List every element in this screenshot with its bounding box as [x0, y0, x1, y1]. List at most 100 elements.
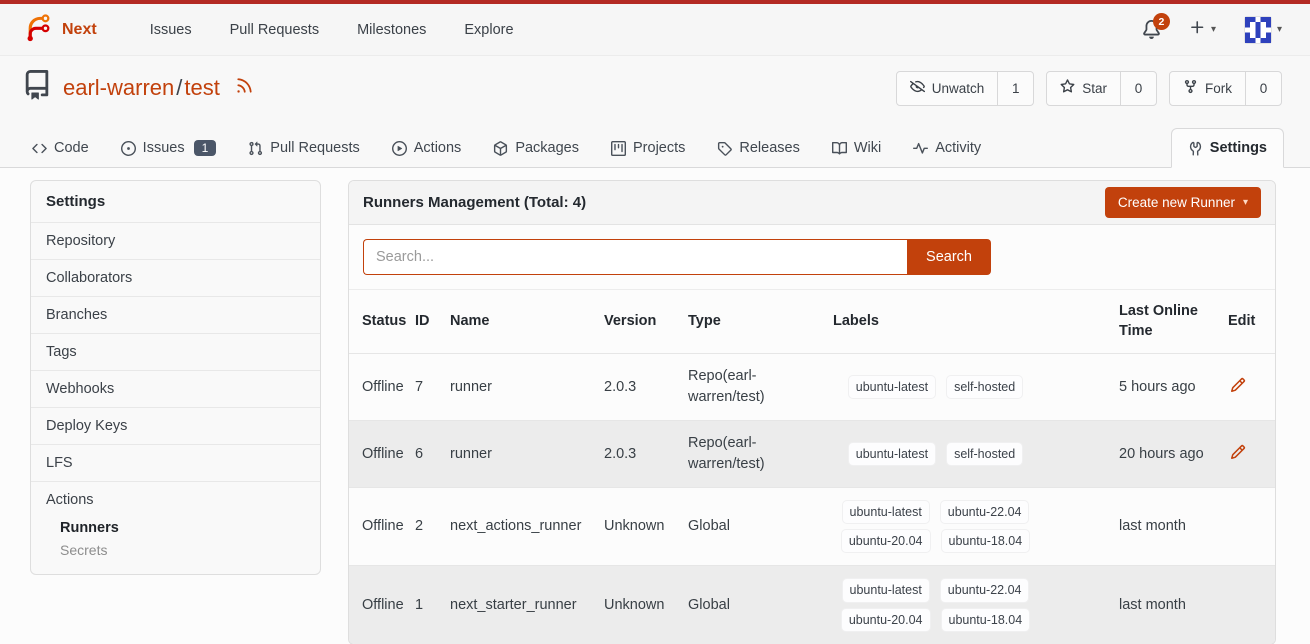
- sidebar-item-lfs[interactable]: LFS: [31, 444, 320, 481]
- runners-table: Status ID Name Version Type Labels Last …: [349, 290, 1276, 644]
- nav-item-pull-requests[interactable]: Pull Requests: [230, 12, 319, 48]
- runner-version: Unknown: [604, 488, 688, 566]
- runner-status: Offline: [349, 488, 415, 566]
- sidebar-item-collaborators[interactable]: Collaborators: [31, 259, 320, 296]
- navbar: Next Issues Pull Requests Milestones Exp…: [0, 4, 1310, 56]
- rss-icon[interactable]: [235, 75, 254, 101]
- label-pill: ubuntu-20.04: [841, 608, 931, 632]
- sidebar-item-repository[interactable]: Repository: [31, 222, 320, 259]
- edit-runner-button[interactable]: [1228, 442, 1248, 462]
- label-pill: ubuntu-20.04: [841, 529, 931, 553]
- runner-last-online: 20 hours ago: [1119, 421, 1228, 488]
- col-status: Status: [349, 290, 415, 354]
- issues-count-badge: 1: [194, 140, 217, 156]
- edit-cell-empty: [1228, 566, 1276, 644]
- tag-icon: [717, 141, 732, 156]
- nav-item-issues[interactable]: Issues: [150, 12, 192, 48]
- sidebar-item-actions[interactable]: Actions: [46, 492, 305, 508]
- repo-action-buttons: Unwatch 1 Star 0 Fork 0: [896, 71, 1282, 106]
- tab-code[interactable]: Code: [22, 129, 99, 167]
- fork-button-group: Fork 0: [1169, 71, 1282, 106]
- label-pill: ubuntu-latest: [842, 500, 930, 524]
- label-pill: self-hosted: [946, 375, 1023, 399]
- fork-count[interactable]: 0: [1245, 72, 1281, 105]
- repo-icon: [22, 70, 52, 106]
- label-pill: ubuntu-22.04: [940, 578, 1030, 602]
- nav-item-explore[interactable]: Explore: [464, 12, 513, 48]
- unwatch-button[interactable]: Unwatch: [897, 72, 998, 105]
- tab-activity[interactable]: Activity: [903, 129, 991, 167]
- tab-packages[interactable]: Packages: [483, 129, 589, 167]
- sidebar-item-tags[interactable]: Tags: [31, 333, 320, 370]
- runner-type: Repo(earl-warren/test): [688, 366, 800, 408]
- search-button[interactable]: Search: [907, 239, 991, 275]
- tab-actions[interactable]: Actions: [382, 129, 472, 167]
- sidebar-item-webhooks[interactable]: Webhooks: [31, 370, 320, 407]
- label-pill: ubuntu-18.04: [941, 529, 1031, 553]
- play-icon: [392, 141, 407, 156]
- runner-type: Repo(earl-warren/test): [688, 433, 800, 475]
- repo-name-link[interactable]: test: [184, 75, 219, 100]
- tab-projects[interactable]: Projects: [601, 129, 695, 167]
- runner-status: Offline: [349, 566, 415, 644]
- sidebar-item-deploy-keys[interactable]: Deploy Keys: [31, 407, 320, 444]
- runner-name: runner: [450, 354, 604, 421]
- user-menu[interactable]: ▾: [1244, 16, 1282, 44]
- eye-slash-icon: [910, 79, 925, 97]
- chevron-down-icon: ▾: [1243, 197, 1248, 208]
- tab-issues[interactable]: Issues 1: [111, 129, 227, 167]
- runner-id: 1: [415, 566, 450, 644]
- tools-icon: [1188, 141, 1203, 156]
- star-button-group: Star 0: [1046, 71, 1157, 106]
- edit-runner-button[interactable]: [1228, 375, 1248, 395]
- runner-last-online: last month: [1119, 488, 1228, 566]
- runner-id: 6: [415, 421, 450, 488]
- runner-type: Global: [688, 516, 730, 537]
- star-button[interactable]: Star: [1047, 72, 1120, 105]
- tab-wiki[interactable]: Wiki: [822, 129, 891, 167]
- star-count[interactable]: 0: [1120, 72, 1156, 105]
- issue-opened-icon: [121, 141, 136, 156]
- avatar: [1244, 16, 1272, 44]
- table-row: Offline 6 runner 2.0.3 Repo(earl-warren/…: [349, 421, 1276, 488]
- runner-name: next_actions_runner: [450, 488, 604, 566]
- notification-count-badge: 2: [1153, 13, 1170, 30]
- tab-settings[interactable]: Settings: [1171, 128, 1284, 168]
- col-version: Version: [604, 290, 688, 354]
- runner-labels: ubuntu-latest self-hosted: [833, 442, 1038, 466]
- runner-status: Offline: [349, 421, 415, 488]
- nav-item-milestones[interactable]: Milestones: [357, 12, 426, 48]
- col-name: Name: [450, 290, 604, 354]
- notifications-button[interactable]: 2: [1142, 20, 1161, 39]
- brand-name: Next: [62, 21, 97, 39]
- sidebar-item-branches[interactable]: Branches: [31, 296, 320, 333]
- runner-name: next_starter_runner: [450, 566, 604, 644]
- col-type: Type: [688, 290, 833, 354]
- tab-releases[interactable]: Releases: [707, 129, 809, 167]
- sidebar-item-secrets[interactable]: Secrets: [60, 539, 305, 561]
- create-new-menu[interactable]: ▾: [1189, 19, 1216, 40]
- create-new-runner-button[interactable]: Create new Runner ▾: [1105, 187, 1261, 218]
- tab-pull-requests[interactable]: Pull Requests: [238, 129, 369, 167]
- repo-owner-link[interactable]: earl-warren: [63, 75, 174, 100]
- watch-button-group: Unwatch 1: [896, 71, 1035, 106]
- fork-icon: [1183, 79, 1198, 97]
- label-pill: ubuntu-latest: [842, 578, 930, 602]
- package-icon: [493, 141, 508, 156]
- label-pill: self-hosted: [946, 442, 1023, 466]
- watch-count[interactable]: 1: [997, 72, 1033, 105]
- search-section: Search: [349, 225, 1275, 290]
- table-header-row: Status ID Name Version Type Labels Last …: [349, 290, 1276, 354]
- sidebar-actions-subitems: Runners Secrets: [46, 508, 305, 561]
- star-icon: [1060, 79, 1075, 97]
- brand-home-link[interactable]: Next: [22, 13, 97, 47]
- runner-name: runner: [450, 421, 604, 488]
- table-row: Offline 2 next_actions_runner Unknown Gl…: [349, 488, 1276, 566]
- col-labels: Labels: [833, 290, 1119, 354]
- search-input[interactable]: [363, 239, 907, 275]
- fork-button[interactable]: Fork: [1170, 72, 1245, 105]
- col-last-online-time: Last Online Time: [1119, 290, 1228, 354]
- book-icon: [832, 141, 847, 156]
- code-icon: [32, 141, 47, 156]
- sidebar-item-runners[interactable]: Runners: [60, 517, 305, 539]
